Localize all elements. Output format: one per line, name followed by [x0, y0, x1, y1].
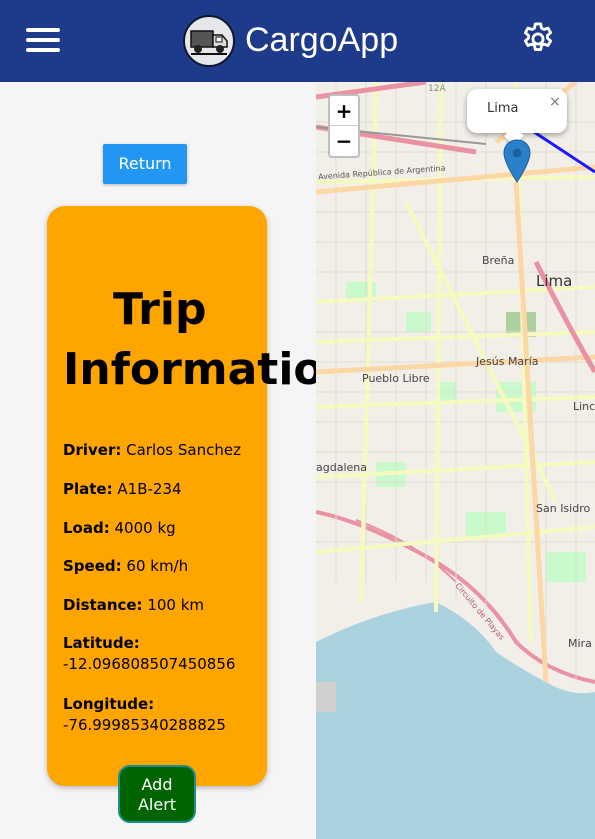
hamburger-menu-icon[interactable]: [26, 26, 60, 54]
trip-info-card: Trip Informatio Driver: Carlos Sanchez P…: [47, 206, 324, 786]
load-value: 4000 kg: [114, 519, 176, 537]
longitude-info: Longitude: -76.99985340288825: [63, 694, 263, 736]
distance-info: Distance: 100 km: [63, 595, 263, 616]
marker-popup: Lima ×: [467, 89, 567, 146]
pueblo-libre-label: Pueblo Libre: [362, 372, 430, 385]
miraflores-label: Mira: [568, 637, 592, 650]
longitude-value: -76.99985340288825: [63, 716, 226, 734]
load-label: Load:: [63, 519, 110, 537]
lima-label: Lima: [536, 272, 573, 290]
plate-info: Plate: A1B-234: [63, 479, 263, 500]
san-isidro-label: San Isidro: [536, 502, 591, 515]
road-12a-label: 12A: [428, 84, 446, 94]
zoom-out-button[interactable]: −: [330, 126, 358, 156]
popup-close-icon[interactable]: ×: [549, 94, 561, 110]
plate-value: A1B-234: [117, 480, 182, 498]
menu-line: [26, 38, 60, 42]
menu-line: [26, 28, 60, 32]
driver-value: Carlos Sanchez: [126, 441, 241, 459]
distance-value: 100 km: [147, 596, 205, 614]
distance-label: Distance:: [63, 596, 143, 614]
plate-label: Plate:: [63, 480, 113, 498]
speed-info: Speed: 60 km/h: [63, 556, 263, 577]
app-title: CargoApp: [245, 21, 399, 59]
longitude-label: Longitude:: [63, 695, 155, 713]
latitude-value: -12.096808507450856: [63, 655, 236, 673]
map-pin-icon[interactable]: [503, 139, 531, 183]
zoom-in-button[interactable]: +: [330, 96, 358, 126]
add-alert-button[interactable]: Add Alert: [118, 765, 196, 823]
speed-value: 60 km/h: [126, 557, 189, 575]
add-alert-label-line1: Add: [141, 775, 173, 794]
return-button[interactable]: Return: [103, 144, 187, 184]
load-info: Load: 4000 kg: [63, 518, 263, 539]
latitude-label: Latitude:: [63, 634, 140, 652]
top-navbar: CargoApp: [0, 0, 595, 82]
jesus-maria-label: Jesús María: [476, 355, 539, 368]
popup-text: Lima: [487, 101, 519, 116]
magdalena-label: agdalena: [316, 461, 367, 474]
driver-label: Driver:: [63, 441, 122, 459]
lince-label: Linc: [573, 400, 595, 413]
truck-logo-icon: [183, 15, 235, 67]
speed-label: Speed:: [63, 557, 122, 575]
driver-info: Driver: Carlos Sanchez: [63, 440, 263, 461]
map-view[interactable]: 12A Avenida República de Argentina Breña…: [316, 82, 595, 839]
zoom-control: + −: [328, 94, 360, 158]
brena-label: Breña: [482, 254, 515, 267]
latitude-info: Latitude: -12.096808507450856: [63, 633, 263, 675]
trip-panel: Return Trip Informatio Driver: Carlos Sa…: [0, 82, 324, 839]
menu-line: [26, 48, 60, 52]
gear-icon[interactable]: [519, 20, 557, 58]
add-alert-label-line2: Alert: [137, 795, 177, 814]
